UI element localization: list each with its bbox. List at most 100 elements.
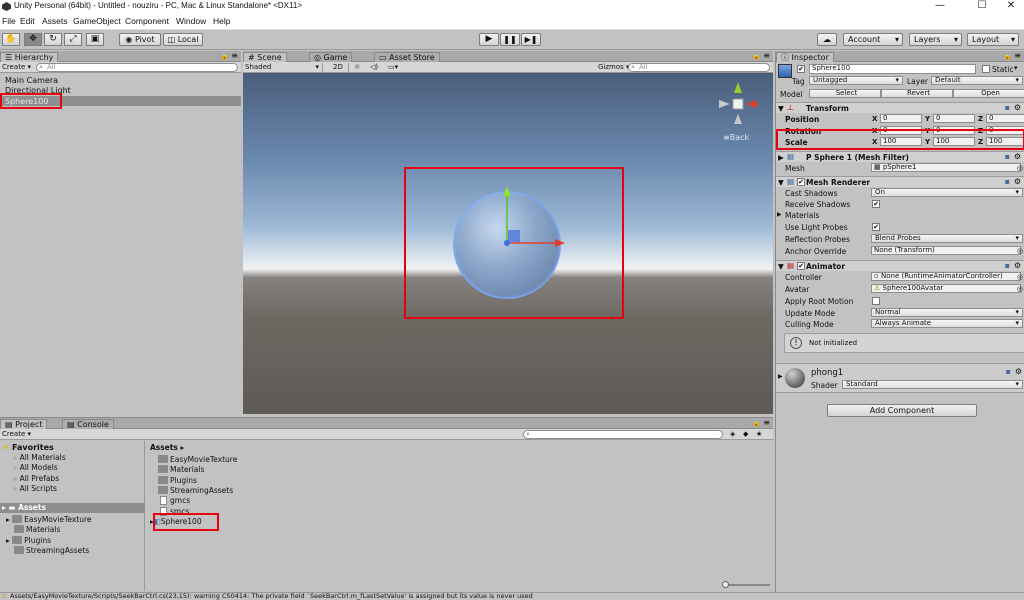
- mesh-renderer-header[interactable]: ▼ ▦ ✔ Mesh Renderer ▪ ⚙: [776, 176, 1024, 187]
- asset-folder-streamingassets[interactable]: StreamingAssets: [158, 486, 233, 495]
- breadcrumb[interactable]: Assets ▸: [150, 443, 184, 452]
- object-name-field[interactable]: Sphere100: [809, 64, 976, 74]
- hierarchy-create-dropdown[interactable]: Create ▾: [0, 63, 31, 72]
- model-open-button[interactable]: Open: [953, 89, 1024, 98]
- object-picker-icon[interactable]: ◎: [1017, 273, 1023, 281]
- layer-dropdown[interactable]: Default ▾: [931, 76, 1023, 85]
- menu-component[interactable]: Component: [125, 16, 169, 26]
- mesh-filter-header[interactable]: ▶ ▦ P Sphere 1 (Mesh Filter) ▪ ⚙: [776, 151, 1024, 162]
- gizmo-neg-x-arrow[interactable]: [719, 100, 730, 108]
- position-z-field[interactable]: 0: [986, 114, 1024, 123]
- menu-window[interactable]: Window: [176, 16, 206, 26]
- cloud-icon[interactable]: ☁: [817, 33, 837, 46]
- scale-tool-icon[interactable]: ⤢: [64, 33, 82, 46]
- asset-folder-easymovietexture[interactable]: EasyMovieTexture: [158, 455, 237, 464]
- mesh-renderer-enabled-checkbox[interactable]: ✔: [797, 178, 805, 186]
- active-checkbox[interactable]: ✔: [797, 65, 805, 73]
- anchor-override-field[interactable]: None (Transform): [871, 246, 1021, 255]
- position-y-field[interactable]: 0: [933, 114, 975, 123]
- step-button[interactable]: ▶❚: [521, 33, 541, 46]
- menu-edit[interactable]: Edit: [20, 16, 35, 26]
- use-light-probes-checkbox[interactable]: ✔: [872, 223, 880, 231]
- apply-root-motion-checkbox[interactable]: [872, 297, 880, 305]
- favorite-icon[interactable]: ★: [754, 430, 762, 439]
- project-search-input[interactable]: ⌕: [523, 430, 723, 439]
- zoom-slider[interactable]: [722, 581, 770, 588]
- add-component-button[interactable]: Add Component: [827, 404, 977, 417]
- help-icon[interactable]: ▪: [1006, 367, 1011, 376]
- filter-by-label-icon[interactable]: ◆: [741, 430, 748, 439]
- favorite-all-prefabs[interactable]: ⌕ All Prefabs: [13, 474, 59, 484]
- move-tool-icon[interactable]: ✥: [24, 33, 42, 46]
- account-dropdown[interactable]: Account ▾: [843, 33, 903, 46]
- favorite-all-models[interactable]: ⌕ All Models: [13, 463, 58, 473]
- object-picker-icon[interactable]: ◎: [1017, 285, 1023, 293]
- model-select-button[interactable]: Select: [809, 89, 881, 98]
- gear-icon[interactable]: ⚙: [1014, 261, 1021, 270]
- rotate-tool-icon[interactable]: ↻: [44, 33, 62, 46]
- rect-tool-icon[interactable]: ▣: [86, 33, 104, 46]
- model-revert-button[interactable]: Revert: [881, 89, 953, 98]
- favorite-all-materials[interactable]: ⌕ All Materials: [13, 453, 66, 463]
- tree-folder-streamingassets[interactable]: StreamingAssets: [14, 546, 89, 555]
- layout-dropdown[interactable]: Layout ▾: [967, 33, 1019, 46]
- project-create-dropdown[interactable]: Create ▾: [0, 430, 31, 439]
- gear-icon[interactable]: ⚙: [1015, 367, 1022, 376]
- reflection-probes-dropdown[interactable]: Blend Probes ▾: [871, 234, 1023, 243]
- tab-game[interactable]: ◎ Game: [309, 52, 353, 62]
- scene-viewport[interactable]: ≡Back: [243, 73, 773, 414]
- lighting-toggle-icon[interactable]: ☼: [352, 63, 360, 72]
- gear-icon[interactable]: ⚙: [1014, 152, 1021, 161]
- foldout-arrow-icon[interactable]: ▶: [778, 153, 784, 162]
- zoom-slider-handle[interactable]: [722, 581, 729, 588]
- lock-icon[interactable]: 🔒: [220, 52, 229, 60]
- maximize-button[interactable]: ☐: [967, 0, 997, 13]
- scene-search-input[interactable]: ⌕ All: [628, 63, 770, 72]
- cast-shadows-dropdown[interactable]: On ▾: [871, 188, 1023, 197]
- local-toggle[interactable]: ◫ Local: [163, 33, 203, 46]
- tab-inspector[interactable]: ⓘ Inspector: [776, 52, 834, 62]
- lock-icon[interactable]: 🔒: [752, 419, 761, 427]
- menu-assets[interactable]: Assets: [42, 16, 68, 26]
- filter-by-type-icon[interactable]: ◈: [728, 430, 735, 439]
- pause-button[interactable]: ❚❚: [500, 33, 520, 46]
- play-button[interactable]: ▶: [479, 33, 499, 46]
- tab-console[interactable]: ▤ Console: [62, 419, 114, 429]
- gizmo-x-arrow[interactable]: [746, 100, 757, 108]
- shading-mode-dropdown[interactable]: Shaded ▾: [243, 63, 323, 72]
- pivot-toggle[interactable]: ◉ Pivot: [119, 33, 161, 46]
- favorite-all-scripts[interactable]: ⌕ All Scripts: [13, 484, 57, 494]
- status-bar[interactable]: ⚠ Assets/EasyMovieTexture/Scripts/SeekBa…: [0, 592, 1024, 600]
- foldout-arrow-icon[interactable]: ▼: [778, 262, 784, 271]
- tab-scene[interactable]: # Scene: [243, 52, 287, 62]
- mesh-field[interactable]: ▦ pSphere1: [871, 163, 1021, 172]
- panel-menu-icon[interactable]: ≡: [763, 418, 770, 427]
- orientation-gizmo[interactable]: [713, 78, 763, 138]
- audio-toggle-icon[interactable]: ◁): [368, 63, 378, 72]
- position-x-field[interactable]: 0: [880, 114, 922, 123]
- gizmo-center-cube[interactable]: [732, 98, 744, 110]
- foldout-arrow-icon[interactable]: ▼: [778, 104, 784, 113]
- asset-folder-materials[interactable]: Materials: [158, 465, 204, 474]
- avatar-field[interactable]: ♙ Sphere100Avatar: [871, 284, 1021, 293]
- lock-icon[interactable]: 🔒: [1003, 52, 1012, 60]
- panel-menu-icon[interactable]: ≡: [1014, 51, 1021, 60]
- hierarchy-search-input[interactable]: ⌕ All: [36, 63, 238, 72]
- transform-header[interactable]: ▼ ⊥ Transform ▪ ⚙: [776, 102, 1024, 113]
- menu-gameobject[interactable]: GameObject: [73, 16, 121, 26]
- asset-folder-plugins[interactable]: Plugins: [158, 476, 197, 485]
- static-checkbox[interactable]: [982, 65, 990, 73]
- tag-dropdown[interactable]: Untagged ▾: [809, 76, 903, 85]
- help-icon[interactable]: ▪: [1005, 152, 1010, 161]
- tab-hierarchy[interactable]: ☰ Hierarchy: [0, 52, 59, 62]
- shader-dropdown[interactable]: Standard ▾: [842, 380, 1023, 389]
- culling-mode-dropdown[interactable]: Always Animate ▾: [871, 319, 1023, 328]
- tree-folder-plugins[interactable]: ▸ Plugins: [6, 536, 51, 545]
- asset-file-gmcs[interactable]: gmcs: [160, 496, 190, 505]
- materials-row[interactable]: ▶ Materials: [776, 210, 1024, 221]
- receive-shadows-checkbox[interactable]: ✔: [872, 200, 880, 208]
- controller-field[interactable]: ▫ None (RuntimeAnimatorController): [871, 272, 1021, 281]
- tab-project[interactable]: ▤ Project: [0, 419, 48, 429]
- help-icon[interactable]: ▪: [1005, 103, 1010, 112]
- gear-icon[interactable]: ⚙: [1014, 103, 1021, 112]
